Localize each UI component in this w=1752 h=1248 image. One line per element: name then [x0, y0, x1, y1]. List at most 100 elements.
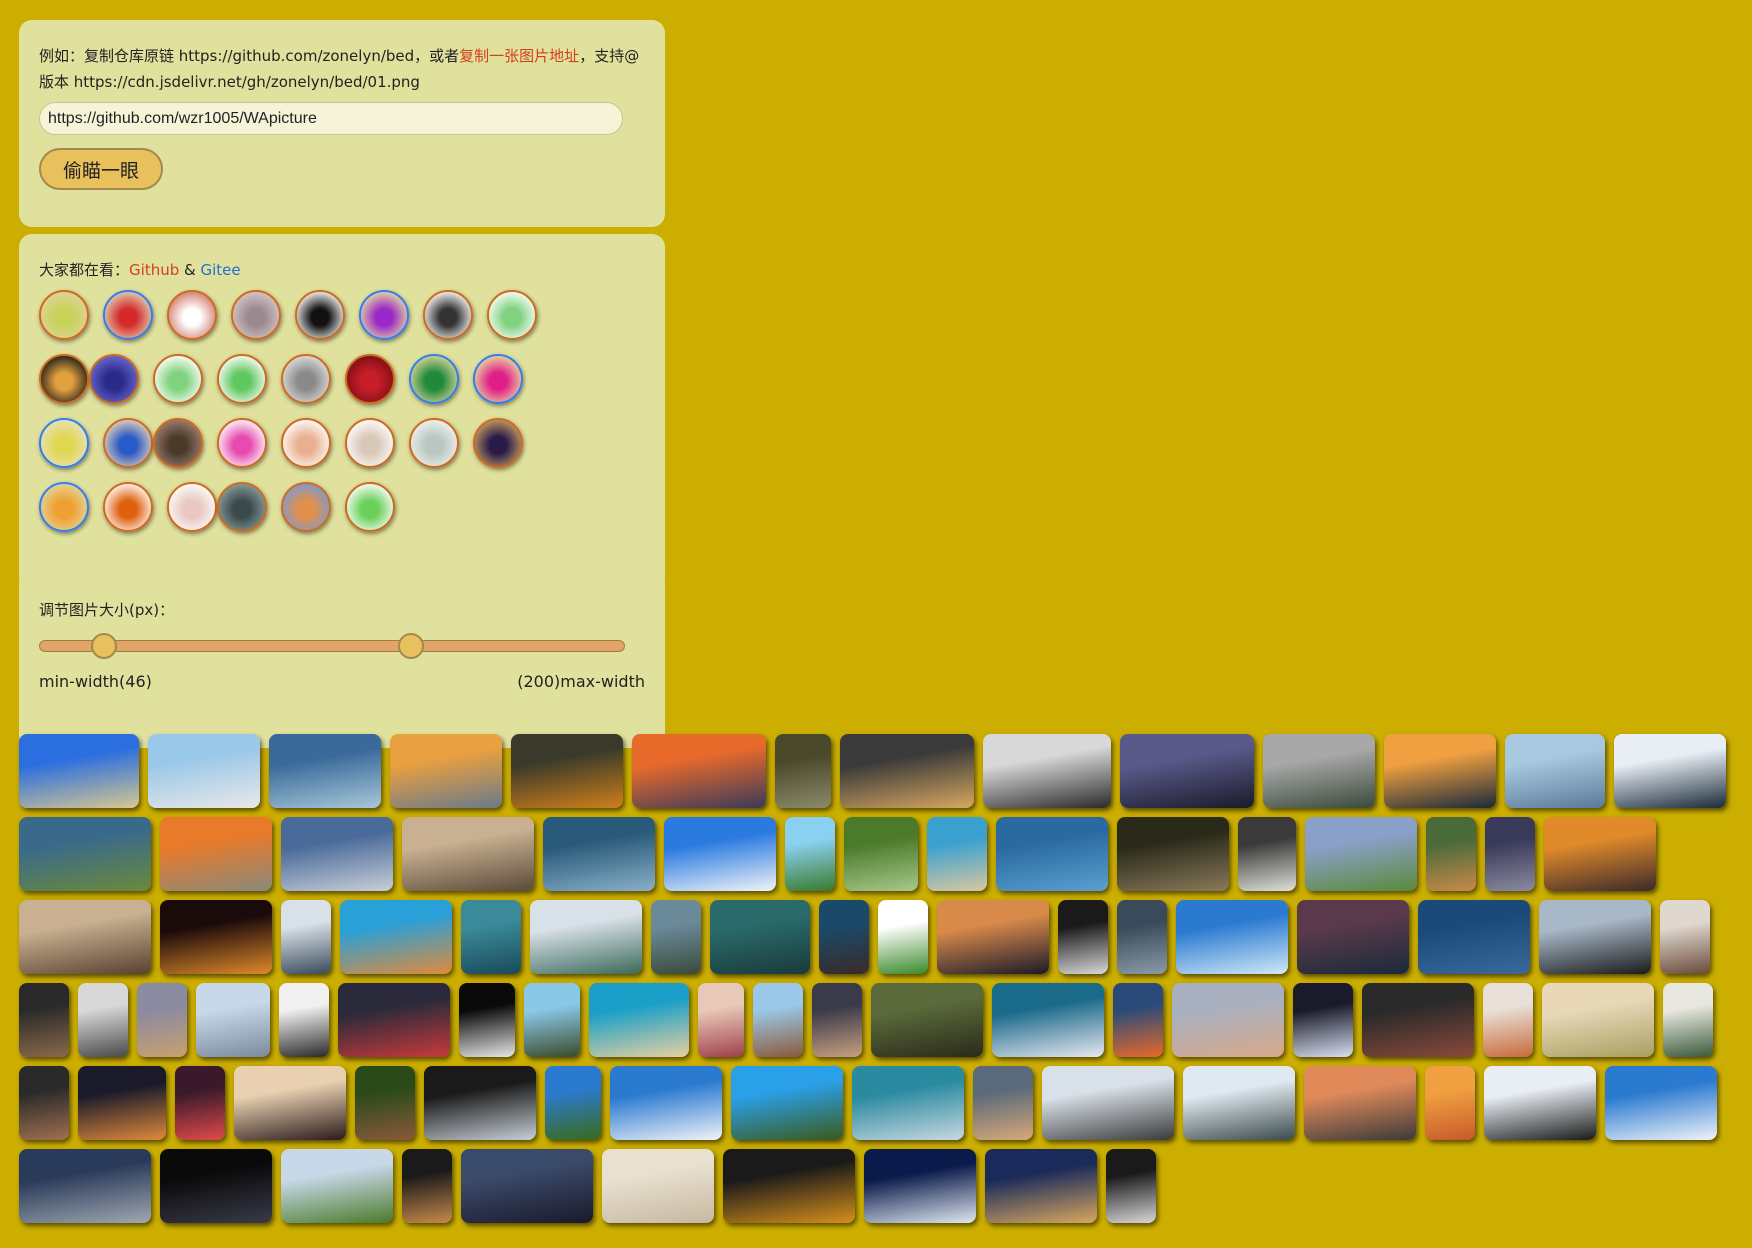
- gallery-image[interactable]: [137, 983, 187, 1057]
- gallery-image[interactable]: [1660, 900, 1710, 974]
- gallery-image[interactable]: [1305, 817, 1417, 891]
- avatar-gitee[interactable]: [39, 482, 89, 532]
- gallery-image[interactable]: [1238, 817, 1296, 891]
- gallery-image[interactable]: [723, 1149, 855, 1223]
- gallery-image[interactable]: [819, 900, 869, 974]
- gallery-image[interactable]: [269, 734, 381, 808]
- min-width-thumb[interactable]: [91, 633, 118, 659]
- gallery-image[interactable]: [1485, 817, 1535, 891]
- gallery-image[interactable]: [840, 734, 974, 808]
- gallery-image[interactable]: [1172, 983, 1284, 1057]
- gallery-image[interactable]: [1426, 817, 1476, 891]
- avatar-github[interactable]: [167, 482, 217, 532]
- gallery-image[interactable]: [19, 900, 151, 974]
- gallery-image[interactable]: [402, 1149, 452, 1223]
- gallery-image[interactable]: [545, 1066, 601, 1140]
- gallery-image[interactable]: [992, 983, 1104, 1057]
- gallery-image[interactable]: [530, 900, 642, 974]
- gallery-image[interactable]: [1483, 983, 1533, 1057]
- gallery-image[interactable]: [355, 1066, 415, 1140]
- gallery-image[interactable]: [1176, 900, 1288, 974]
- gallery-image[interactable]: [871, 983, 983, 1057]
- github-link[interactable]: Github: [129, 261, 179, 279]
- gallery-image[interactable]: [402, 817, 534, 891]
- gallery-image[interactable]: [390, 734, 502, 808]
- gallery-image[interactable]: [852, 1066, 964, 1140]
- size-range-track[interactable]: [39, 633, 625, 659]
- gallery-image[interactable]: [543, 817, 655, 891]
- gallery-image[interactable]: [878, 900, 928, 974]
- avatar-github[interactable]: [423, 290, 473, 340]
- gallery-image[interactable]: [1297, 900, 1409, 974]
- avatar-github[interactable]: [217, 482, 267, 532]
- gallery-image[interactable]: [281, 900, 331, 974]
- gallery-image[interactable]: [1293, 983, 1353, 1057]
- gallery-image[interactable]: [864, 1149, 976, 1223]
- avatar-github[interactable]: [103, 482, 153, 532]
- gallery-image[interactable]: [1183, 1066, 1295, 1140]
- gallery-image[interactable]: [19, 983, 69, 1057]
- gallery-image[interactable]: [1384, 734, 1496, 808]
- gallery-image[interactable]: [148, 734, 260, 808]
- gallery-image[interactable]: [1362, 983, 1474, 1057]
- gallery-image[interactable]: [424, 1066, 536, 1140]
- gallery-image[interactable]: [1304, 1066, 1416, 1140]
- avatar-github[interactable]: [153, 418, 203, 468]
- gallery-image[interactable]: [1542, 983, 1654, 1057]
- gallery-image[interactable]: [632, 734, 766, 808]
- avatar-github[interactable]: [281, 354, 331, 404]
- avatar-gitee[interactable]: [409, 354, 459, 404]
- avatar-github[interactable]: [89, 354, 139, 404]
- gallery-image[interactable]: [160, 900, 272, 974]
- gallery-image[interactable]: [281, 817, 393, 891]
- gallery-image[interactable]: [78, 1066, 166, 1140]
- gallery-image[interactable]: [753, 983, 803, 1057]
- gallery-image[interactable]: [1544, 817, 1656, 891]
- avatar-github[interactable]: [39, 354, 89, 404]
- gallery-image[interactable]: [175, 1066, 225, 1140]
- avatar-github[interactable]: [345, 354, 395, 404]
- gallery-image[interactable]: [1418, 900, 1530, 974]
- avatar-github[interactable]: [281, 418, 331, 468]
- gallery-image[interactable]: [664, 817, 776, 891]
- avatar-github[interactable]: [103, 418, 153, 468]
- avatar-gitee[interactable]: [359, 290, 409, 340]
- gallery-image[interactable]: [1425, 1066, 1475, 1140]
- gallery-image[interactable]: [338, 983, 450, 1057]
- avatar-gitee[interactable]: [103, 290, 153, 340]
- gallery-image[interactable]: [461, 1149, 593, 1223]
- gallery-image[interactable]: [1058, 900, 1108, 974]
- avatar-github[interactable]: [217, 354, 267, 404]
- gallery-image[interactable]: [78, 983, 128, 1057]
- gallery-image[interactable]: [234, 1066, 346, 1140]
- gallery-image[interactable]: [996, 817, 1108, 891]
- gallery-image[interactable]: [1113, 983, 1163, 1057]
- max-width-thumb[interactable]: [398, 633, 425, 659]
- gallery-image[interactable]: [1605, 1066, 1717, 1140]
- gallery-image[interactable]: [1263, 734, 1375, 808]
- gallery-image[interactable]: [1539, 900, 1651, 974]
- avatar-github[interactable]: [167, 290, 217, 340]
- gallery-image[interactable]: [785, 817, 835, 891]
- gallery-image[interactable]: [983, 734, 1111, 808]
- avatar-github[interactable]: [345, 418, 395, 468]
- repo-url-input[interactable]: [39, 102, 623, 135]
- gallery-image[interactable]: [927, 817, 987, 891]
- gallery-image[interactable]: [459, 983, 515, 1057]
- gallery-image[interactable]: [731, 1066, 843, 1140]
- avatar-github[interactable]: [153, 354, 203, 404]
- avatar-github[interactable]: [345, 482, 395, 532]
- avatar-github[interactable]: [409, 418, 459, 468]
- gallery-image[interactable]: [511, 734, 623, 808]
- avatar-github[interactable]: [39, 290, 89, 340]
- gallery-image[interactable]: [1106, 1149, 1156, 1223]
- avatar-github[interactable]: [473, 418, 523, 468]
- gallery-image[interactable]: [1120, 734, 1254, 808]
- gallery-image[interactable]: [1484, 1066, 1596, 1140]
- gallery-image[interactable]: [610, 1066, 722, 1140]
- gitee-link[interactable]: Gitee: [200, 261, 240, 279]
- gallery-image[interactable]: [844, 817, 918, 891]
- gallery-image[interactable]: [937, 900, 1049, 974]
- avatar-github[interactable]: [295, 290, 345, 340]
- gallery-image[interactable]: [710, 900, 810, 974]
